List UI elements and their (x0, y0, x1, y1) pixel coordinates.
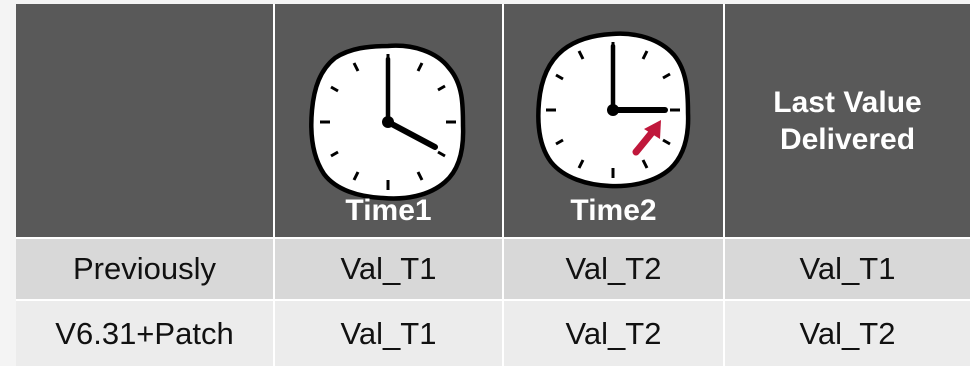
header-time1-cell: Time1 (275, 4, 502, 237)
table-row-1-last: Val_T1 (725, 239, 970, 299)
time2-label: Time2 (570, 194, 657, 227)
table-row-1-label: Previously (16, 239, 273, 299)
cell-value: Val_T1 (340, 251, 437, 286)
table-row-2-time1: Val_T1 (275, 301, 502, 366)
last-value-label: Last Value Delivered (773, 85, 922, 156)
header-time2-cell: Time2 (504, 4, 723, 237)
cell-value: Val_T2 (799, 315, 896, 351)
table-row-1-time1: Val_T1 (275, 239, 502, 299)
cell-value: Val_T2 (565, 251, 662, 286)
table-row-2-last: Val_T2 (725, 301, 970, 366)
table-row-2-label: V6.31+Patch (16, 301, 273, 366)
time1-label: Time1 (345, 194, 432, 227)
cell-value: Val_T2 (565, 315, 662, 351)
table-row-1-time2: Val_T2 (504, 239, 723, 299)
header-empty-cell (16, 4, 273, 237)
header-last-value-cell: Last Value Delivered (725, 4, 970, 237)
slide-canvas: Time1 Time2 Last Value Delivered Previou… (0, 0, 970, 366)
cell-value: Val_T1 (799, 251, 896, 286)
row-label: Previously (73, 251, 216, 286)
table-row-2-time2: Val_T2 (504, 301, 723, 366)
row-label: V6.31+Patch (55, 315, 234, 351)
cell-value: Val_T1 (340, 315, 437, 351)
comparison-table: Time1 Time2 Last Value Delivered Previou… (16, 4, 970, 366)
